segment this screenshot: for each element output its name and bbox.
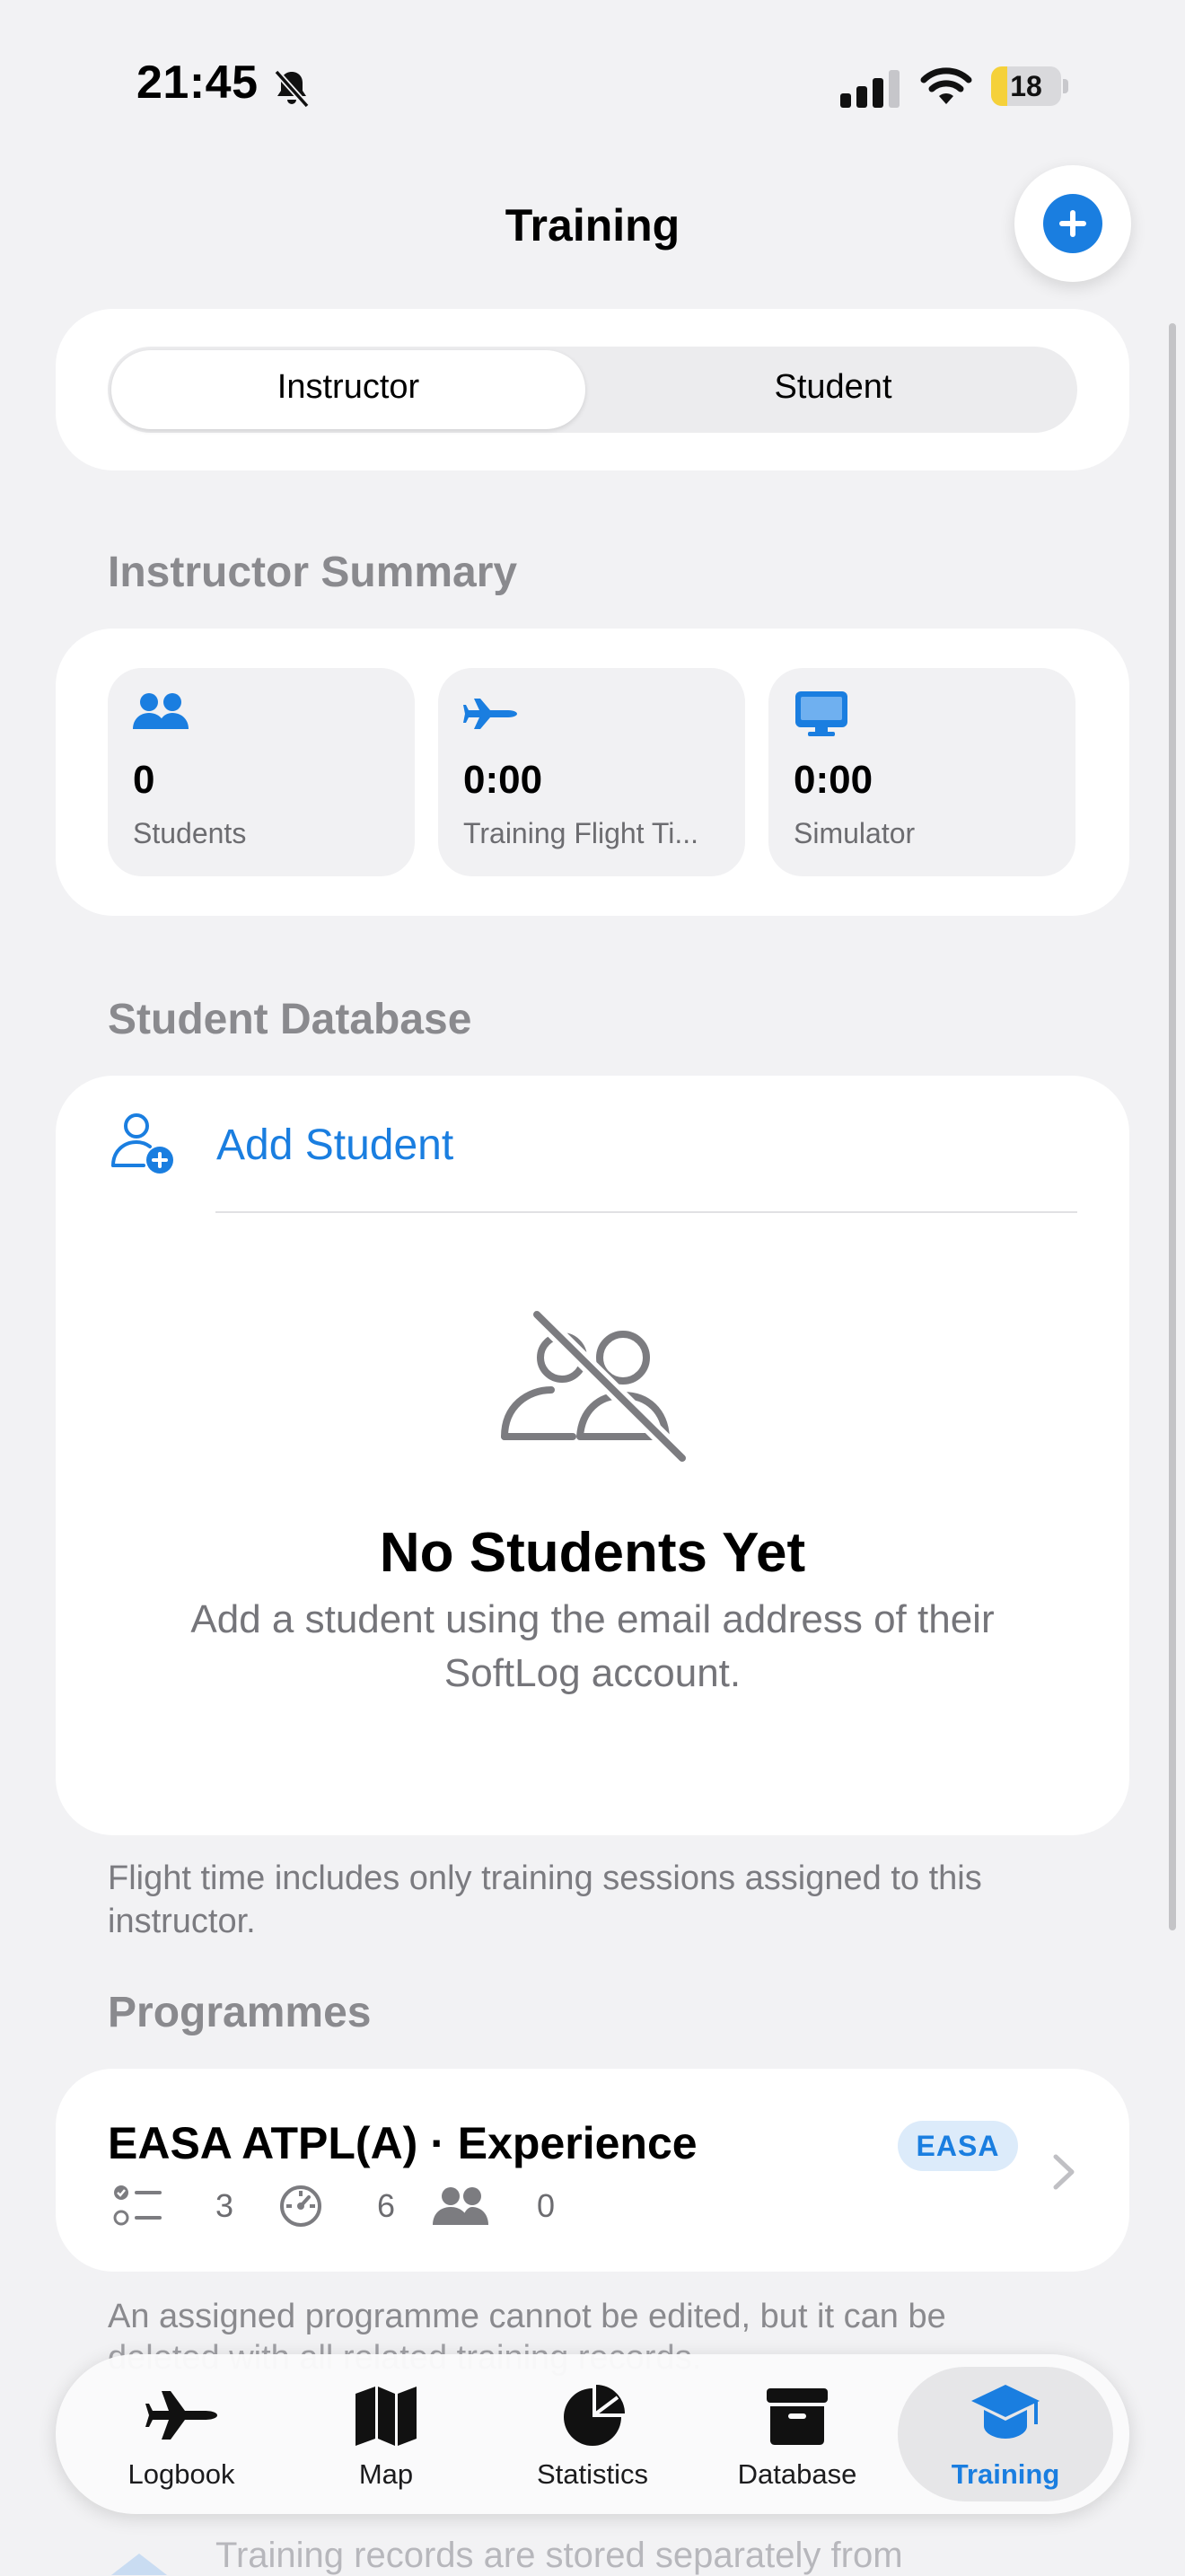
scrollbar[interactable] xyxy=(1169,323,1176,1930)
gauge-icon xyxy=(280,2185,321,2227)
training-flight-time-label: Training Flight Ti... xyxy=(463,817,699,849)
status-time: 21:45 xyxy=(136,57,259,109)
airplane-icon xyxy=(463,699,517,729)
people-icon xyxy=(133,693,189,729)
tab-label: Training xyxy=(951,2458,1060,2490)
students-count: 0 xyxy=(133,758,155,802)
programme-badge: EASA xyxy=(898,2121,1018,2171)
tab-database[interactable]: Database xyxy=(695,2367,900,2501)
summary-tile-training-flight-time: 0:00 Training Flight Ti... xyxy=(438,668,745,876)
info-icon xyxy=(111,2554,167,2575)
bell-slash-icon xyxy=(274,69,310,109)
training-flight-time-value: 0:00 xyxy=(463,758,543,802)
add-student-button[interactable]: Add Student xyxy=(216,1121,453,1170)
cellular-signal-icon xyxy=(840,70,900,108)
chevron-right-icon xyxy=(1053,2154,1075,2190)
archive-box-icon xyxy=(767,2388,828,2445)
map-icon xyxy=(356,2387,417,2446)
wifi-icon xyxy=(920,67,972,104)
tab-label: Statistics xyxy=(536,2458,649,2490)
add-button[interactable] xyxy=(1014,165,1131,282)
tab-label: Logbook xyxy=(127,2458,235,2490)
plus-icon xyxy=(1043,194,1102,253)
people-icon xyxy=(433,2187,488,2225)
person-add-icon xyxy=(111,1113,173,1174)
empty-state-title: No Students Yet xyxy=(379,1522,806,1584)
flight-time-note: Flight time includes only training sessi… xyxy=(108,1859,982,1940)
programme-students-count: 0 xyxy=(537,2187,556,2224)
tab-training[interactable]: Training xyxy=(898,2367,1113,2501)
empty-state-description: Add a student using the email address of… xyxy=(190,1597,995,1695)
checklist-icon xyxy=(113,2185,162,2226)
programme-sessions-count: 6 xyxy=(377,2187,396,2224)
divider xyxy=(215,1211,1077,1213)
instructor-summary-heading: Instructor Summary xyxy=(108,549,518,596)
pie-chart-icon xyxy=(564,2385,625,2446)
programmes-heading: Programmes xyxy=(108,1989,372,2036)
desktop-icon xyxy=(795,691,847,736)
graduation-cap-icon xyxy=(971,2385,1040,2439)
tab-label: Database xyxy=(737,2458,857,2490)
segment-student[interactable]: Student xyxy=(592,368,1074,407)
summary-tile-students: 0 Students xyxy=(108,668,415,876)
student-database-heading: Student Database xyxy=(108,996,472,1043)
tab-label: Map xyxy=(358,2458,414,2490)
programme-tasks-count: 3 xyxy=(215,2187,234,2224)
simulator-label: Simulator xyxy=(794,817,916,849)
programme-edit-note: An assigned programme cannot be edited, … xyxy=(108,2298,946,2335)
summary-tile-simulator: 0:00 Simulator xyxy=(768,668,1075,876)
tab-logbook[interactable]: Logbook xyxy=(79,2367,284,2501)
students-label: Students xyxy=(133,817,247,849)
simulator-time-value: 0:00 xyxy=(794,758,873,802)
battery-indicator: 18 xyxy=(991,66,1068,106)
tab-map[interactable]: Map xyxy=(284,2367,488,2501)
tab-statistics[interactable]: Statistics xyxy=(490,2367,695,2501)
records-note: Training records are stored separately f… xyxy=(215,2536,903,2575)
airplane-icon xyxy=(145,2391,217,2440)
battery-level: 18 xyxy=(1010,70,1042,102)
programme-title: EASA ATPL(A) · Experience xyxy=(108,2118,698,2168)
segment-instructor[interactable]: Instructor xyxy=(111,368,585,407)
page-title: Training xyxy=(505,200,680,251)
people-slash-icon xyxy=(501,1311,688,1462)
